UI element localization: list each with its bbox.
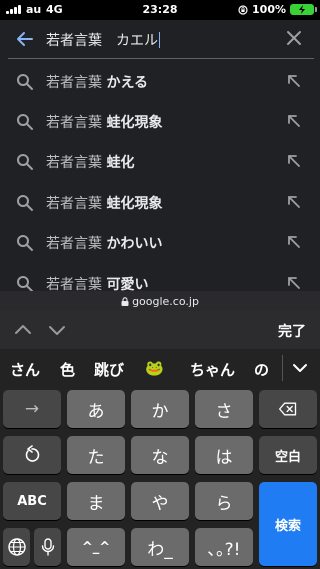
space-button[interactable]: 空白: [259, 436, 317, 474]
dictation-button[interactable]: [34, 528, 61, 566]
arrow-left-icon[interactable]: [14, 28, 36, 50]
candidate-word[interactable]: さん: [10, 359, 40, 380]
arrow-up-left-icon[interactable]: [286, 73, 302, 89]
suggestion-text: 若者言葉 蛙化現象: [46, 196, 163, 212]
battery-icon: [290, 4, 317, 15]
suggestion-text: 若者言葉 かえる: [46, 75, 149, 91]
key-ka[interactable]: か: [131, 390, 189, 428]
text-cursor: [159, 32, 160, 48]
key-ya[interactable]: や: [131, 482, 189, 520]
key-kaomoji[interactable]: ^_^: [67, 528, 125, 566]
microphone-icon: [41, 538, 54, 556]
chevron-up-icon[interactable]: [14, 321, 32, 339]
key-ma[interactable]: ま: [67, 482, 125, 520]
search-icon: [17, 235, 33, 251]
arrow-up-left-icon[interactable]: [286, 153, 302, 169]
candidate-word[interactable]: 色: [60, 359, 75, 380]
url-bar[interactable]: google.co.jp: [0, 291, 320, 311]
battery-percent: 100%: [252, 3, 286, 16]
chevron-down-icon[interactable]: [291, 359, 309, 377]
chevron-down-icon[interactable]: [48, 321, 66, 339]
search-icon: [17, 276, 33, 291]
suggestion-item[interactable]: 若者言葉 可愛い: [0, 263, 320, 291]
suggestion-item[interactable]: 若者言葉 かわいい: [0, 222, 320, 262]
key-next-char[interactable]: →: [3, 390, 61, 428]
search-query-text: 若者言葉 カエル: [46, 33, 158, 49]
arrow-up-left-icon[interactable]: [286, 275, 302, 291]
search-divider: [8, 58, 314, 59]
undo-icon: [25, 445, 40, 462]
candidate-emoji[interactable]: 🐸: [145, 359, 164, 377]
search-page: 若者言葉 カエル 若者言葉 かえる 若者言葉 蛙化現象 若者言葉 蛙化 若者言葉…: [0, 20, 320, 291]
url-domain: google.co.jp: [132, 294, 199, 308]
abc-button[interactable]: ABC: [3, 482, 61, 520]
globe-button[interactable]: [3, 528, 30, 566]
close-icon[interactable]: [284, 28, 304, 48]
suggestion-text: 若者言葉 かわいい: [46, 236, 163, 252]
orientation-lock-icon: [238, 4, 248, 15]
delete-button[interactable]: [259, 390, 317, 428]
candidate-separator: [282, 355, 283, 381]
suggestion-item[interactable]: 若者言葉 蛙化現象: [0, 101, 320, 141]
arrow-up-left-icon[interactable]: [286, 194, 302, 210]
search-icon: [17, 195, 33, 211]
search-bar: 若者言葉 カエル: [0, 20, 320, 58]
suggestion-text: 若者言葉 可愛い: [46, 277, 149, 291]
candidate-bar: さん 色 跳び 🐸 ちゃん の: [0, 349, 320, 387]
keyboard: さん 色 跳び 🐸 ちゃん の → あ か さ た な は 空白 ABC ま や…: [0, 349, 320, 569]
lock-icon: [121, 296, 129, 306]
suggestion-item[interactable]: 若者言葉 蛙化: [0, 141, 320, 181]
suggestion-text: 若者言葉 蛙化現象: [46, 115, 163, 131]
search-input[interactable]: 若者言葉 カエル: [46, 30, 160, 50]
charging-bolt-icon: [299, 5, 305, 14]
key-ha[interactable]: は: [195, 436, 253, 474]
key-a[interactable]: あ: [67, 390, 125, 428]
suggestion-text: 若者言葉 蛙化: [46, 155, 135, 171]
search-icon: [17, 74, 33, 90]
keyboard-accessory-bar: 完了: [0, 311, 320, 349]
key-wa[interactable]: わ_: [131, 528, 189, 566]
key-ta[interactable]: た: [67, 436, 125, 474]
candidate-word[interactable]: ちゃん: [190, 359, 235, 380]
key-ra[interactable]: ら: [195, 482, 253, 520]
undo-button[interactable]: [3, 436, 61, 474]
key-na[interactable]: な: [131, 436, 189, 474]
suggestion-item[interactable]: 若者言葉 かえる: [0, 61, 320, 101]
arrow-up-left-icon[interactable]: [286, 113, 302, 129]
globe-icon: [7, 538, 26, 556]
key-punctuation[interactable]: ､｡?!: [195, 528, 253, 566]
status-bar: au 4G 23:28 100%: [0, 0, 320, 20]
backspace-icon: [279, 402, 297, 416]
candidate-word[interactable]: の: [254, 359, 269, 380]
search-icon: [17, 154, 33, 170]
search-button[interactable]: 検索: [259, 482, 317, 566]
search-icon: [17, 114, 33, 130]
done-button[interactable]: 完了: [278, 321, 306, 341]
key-sa[interactable]: さ: [195, 390, 253, 428]
arrow-up-left-icon[interactable]: [286, 234, 302, 250]
candidate-word[interactable]: 跳び: [94, 359, 124, 380]
suggestion-item[interactable]: 若者言葉 蛙化現象: [0, 182, 320, 222]
